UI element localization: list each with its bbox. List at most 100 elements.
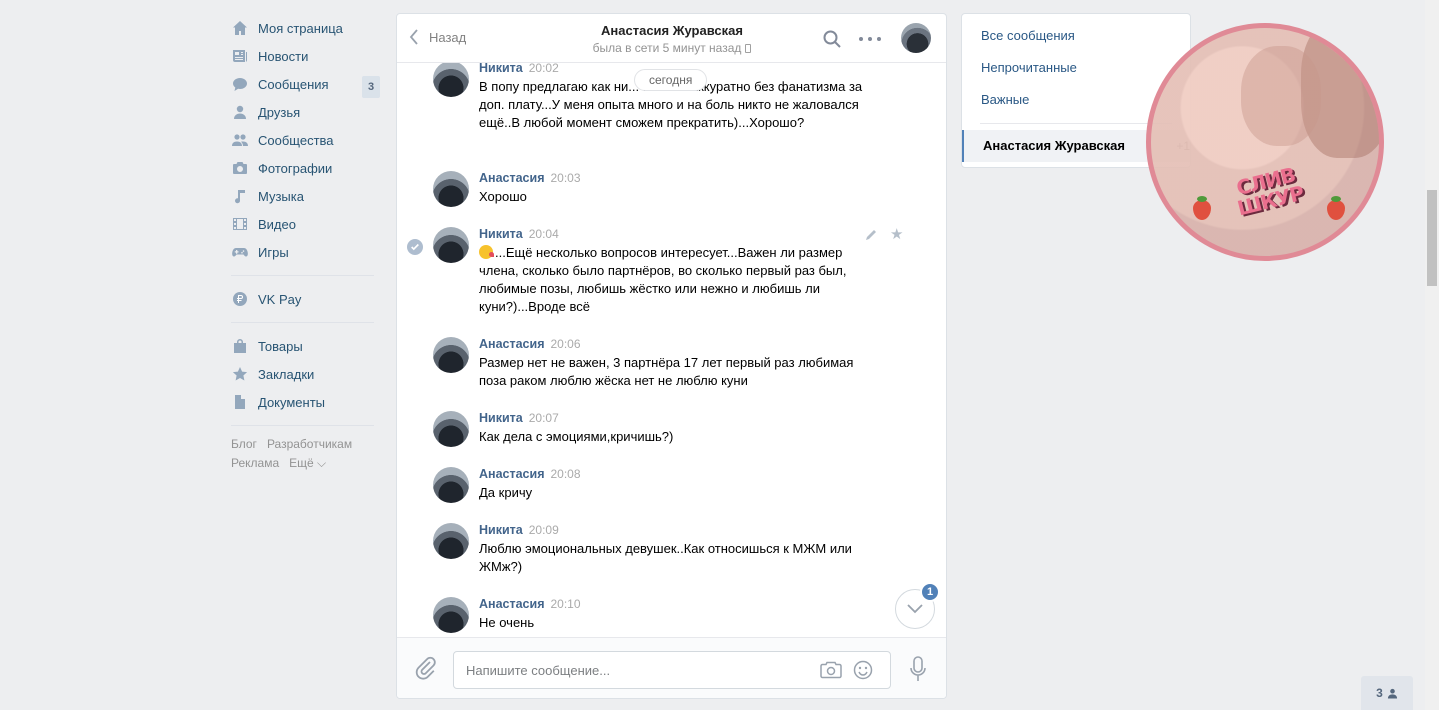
message-author[interactable]: Анастасия [479, 337, 545, 351]
more-actions-button[interactable] [859, 29, 881, 49]
paperclip-icon[interactable] [415, 656, 437, 680]
nav-my-page[interactable]: Моя страница [228, 14, 380, 42]
nav-groups[interactable]: Сообщества [228, 126, 380, 154]
video-icon [231, 216, 248, 233]
nav-messages[interactable]: Сообщения 3 [228, 70, 380, 98]
peer-name: Анастасия Журавская [601, 23, 743, 38]
message-author[interactable]: Анастасия [479, 171, 545, 185]
emoji-icon[interactable] [853, 660, 873, 680]
footer-link-developers[interactable]: Разработчикам [267, 437, 352, 451]
message-header: Анастасия 20:10 [479, 597, 581, 611]
page-scrollbar[interactable] [1425, 0, 1439, 710]
message-text: Да кричу [479, 485, 533, 500]
message-author[interactable]: Никита [479, 63, 523, 75]
nav-label: Документы [258, 394, 326, 410]
message-text: Люблю эмоциональных девушек..Как относиш… [479, 541, 852, 574]
nav-label: Музыка [258, 188, 304, 204]
scroll-to-bottom-button[interactable]: 1 [895, 582, 940, 629]
nav-label: Сообщества [258, 132, 334, 148]
filter-all-messages[interactable]: Все сообщения [962, 20, 1190, 52]
message-input[interactable] [466, 652, 806, 688]
messages-count-badge: 3 [362, 76, 380, 98]
peer-status: была в сети 5 минут назад [547, 41, 797, 55]
edit-pencil-icon[interactable] [864, 228, 878, 242]
important-star-icon[interactable]: ★ [890, 227, 906, 243]
document-icon [231, 394, 248, 411]
footer-link-blog[interactable]: Блог [231, 437, 257, 451]
strawberry-icon [1327, 196, 1345, 220]
message-header: Анастасия 20:06 [479, 337, 581, 351]
chat-panel: Назад Анастасия Журавская была в сети 5 … [396, 13, 947, 699]
online-count: 3 [1376, 686, 1383, 700]
nav-label: Друзья [258, 104, 301, 120]
message-author[interactable]: Анастасия [479, 597, 545, 611]
date-divider: сегодня [634, 69, 708, 91]
avatar[interactable] [433, 337, 469, 373]
kiss-emoji-icon [479, 245, 494, 259]
avatar[interactable] [433, 411, 469, 447]
message-time: 20:04 [528, 227, 559, 241]
left-sidebar: Моя страница Новости Сообщения 3 Друзья … [228, 14, 380, 473]
camera-icon[interactable] [820, 661, 842, 679]
filter-unread[interactable]: Непрочитанные [962, 52, 1190, 84]
message-author[interactable]: Никита [479, 523, 523, 537]
nav-bookmarks[interactable]: Закладки [228, 360, 380, 388]
avatar[interactable] [433, 467, 469, 503]
footer-link-more[interactable]: Ещё ⌵ [289, 456, 326, 470]
select-check-icon[interactable] [407, 239, 423, 255]
watermark-text: СЛИВ ШКУР [1223, 162, 1312, 220]
chat-header: Назад Анастасия Журавская была в сети 5 … [397, 14, 946, 63]
nav-games[interactable]: Игры [228, 238, 380, 266]
avatar[interactable] [433, 597, 469, 633]
message-author[interactable]: Никита [479, 411, 523, 425]
more-dot [859, 37, 863, 41]
nav-photos[interactable]: Фотографии [228, 154, 380, 182]
avatar[interactable] [433, 523, 469, 559]
message-time: 20:09 [528, 523, 559, 537]
microphone-icon[interactable] [909, 656, 927, 682]
watermark-photo-face [1241, 46, 1321, 146]
nav-documents[interactable]: Документы [228, 388, 380, 416]
message-text-body: ...Ещё несколько вопросов интересует...В… [479, 245, 847, 314]
nav-news[interactable]: Новости [228, 42, 380, 70]
groups-icon [231, 132, 248, 149]
music-icon [231, 188, 248, 205]
nav-vk-pay[interactable]: VK Pay [228, 285, 380, 313]
nav-label: Закладки [258, 366, 315, 382]
footer-link-ads[interactable]: Реклама [231, 456, 279, 470]
nav-label: Игры [258, 244, 289, 260]
nav-video[interactable]: Видео [228, 210, 380, 238]
message-header: Никита 20:02 [479, 63, 559, 75]
message-text: Размер нет не важен, 3 партнёра 17 лет п… [479, 355, 854, 388]
mobile-icon [745, 43, 752, 53]
ruble-icon [231, 291, 248, 308]
home-icon [231, 20, 248, 37]
message-author[interactable]: Никита [479, 227, 523, 241]
avatar[interactable] [433, 227, 469, 263]
message-author[interactable]: Анастасия [479, 467, 545, 481]
nav-goods[interactable]: Товары [228, 332, 380, 360]
message-header: Никита 20:07 [479, 411, 559, 425]
back-button[interactable]: Назад [409, 29, 466, 45]
message-text: Как дела с эмоциями,кричишь?) [479, 429, 674, 444]
nav-divider [231, 425, 374, 426]
nav-music[interactable]: Музыка [228, 182, 380, 210]
message-time: 20:06 [550, 337, 581, 351]
avatar[interactable] [433, 63, 469, 97]
message-history[interactable]: сегодня Никита 20:02 В попу предлагаю как… [397, 63, 946, 637]
nav-label: Моя страница [258, 20, 343, 36]
message-composer [397, 637, 946, 698]
nav-friends[interactable]: Друзья [228, 98, 380, 126]
message-header: Анастасия 20:08 [479, 467, 581, 481]
scrollbar-thumb[interactable] [1427, 190, 1437, 286]
nav-label: VK Pay [258, 291, 302, 307]
nav-label: Сообщения [258, 76, 329, 92]
peer-avatar[interactable] [901, 23, 931, 53]
nav-footer: Блог Разработчикам Реклама Ещё ⌵ [228, 435, 380, 473]
search-button[interactable] [822, 29, 842, 49]
strawberry-icon [1193, 196, 1211, 220]
peer-info[interactable]: Анастасия Журавская была в сети 5 минут … [547, 23, 797, 55]
online-friends-button[interactable]: 3 [1361, 676, 1413, 710]
avatar[interactable] [433, 171, 469, 207]
more-dot [868, 37, 872, 41]
